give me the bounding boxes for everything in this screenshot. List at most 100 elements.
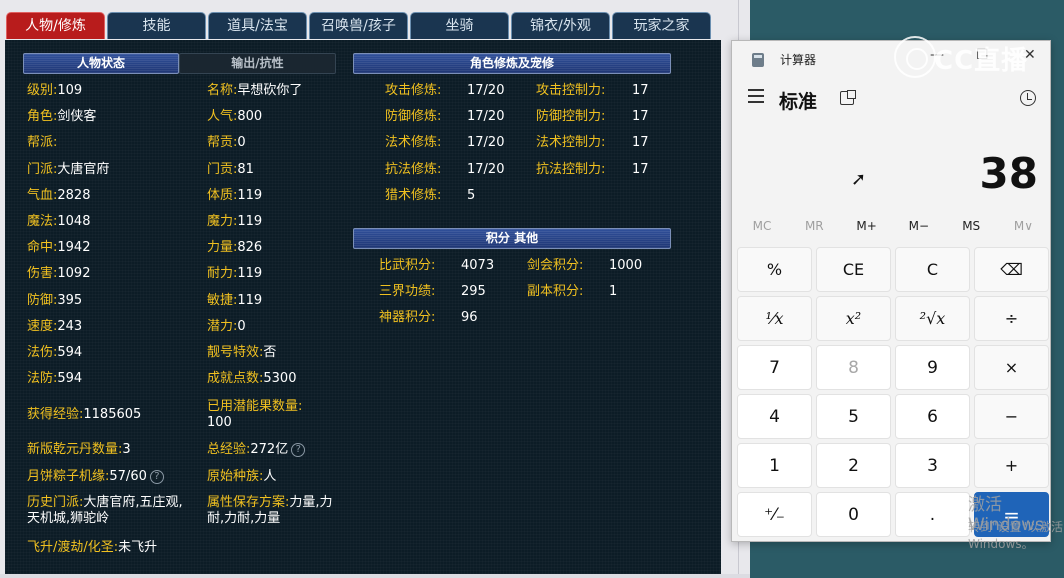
stat-row-label: 速度: [27,318,58,334]
percent-button[interactable]: % [737,247,812,292]
stat-row: 帮派: [27,135,57,151]
attribute-row-label: 耐力: [207,266,238,282]
attribute-row-value: 81 [237,161,254,177]
control-row: 法术控制力: 17 [536,135,649,151]
control-row-label: 防御控制力: [536,109,606,125]
memory-store-button[interactable]: MS [945,219,997,233]
attribute-row-label: 名称: [207,83,238,98]
digit-9-button[interactable]: 9 [895,345,970,390]
memory-add-button[interactable]: M+ [841,219,893,233]
memory-subtract-button[interactable]: M− [893,219,945,233]
digit-3-button[interactable]: 3 [895,443,970,488]
menu-icon[interactable] [748,89,764,103]
section-header-output[interactable]: 输出/抗性 [179,53,336,74]
tab-items[interactable]: 道具/法宝 [208,12,307,39]
section-header-points: 积分 其他 [353,228,671,249]
section-header-status[interactable]: 人物状态 [23,53,179,74]
memory-list-button[interactable]: M∨ [998,219,1050,233]
stat-row-value: 243 [57,318,83,334]
stat-row-value: 1048 [57,214,91,229]
digit-7-button[interactable]: 7 [737,345,812,390]
digit-4-button[interactable]: 4 [737,394,812,439]
mooncake-row: 月饼粽子机缘:57/60? [27,469,164,485]
points-row: 三界功绩: 295 [379,284,486,300]
exp-row: 获得经验:1185605 [27,407,141,423]
points-row: 比武积分: 4073 [379,258,494,274]
cultivation-row-label: 防御修炼: [385,109,442,125]
stat-row: 法防:594 [27,371,82,387]
square-root-button[interactable]: ²√x [895,296,970,341]
digit-1-button[interactable]: 1 [737,443,812,488]
reciprocal-button[interactable]: ¹⁄x [737,296,812,341]
window-edge [0,574,750,578]
subtract-button[interactable]: − [974,394,1049,439]
help-icon[interactable]: ? [291,442,306,457]
stat-row: 防御:395 [27,293,82,309]
history-icon[interactable] [1020,90,1036,106]
points-row-label: 副本积分: [527,284,584,300]
stream-watermark: CC直播 [934,46,1029,76]
tab-player-home[interactable]: 玩家之家 [612,12,711,39]
backspace-button[interactable]: ⌫ [974,247,1049,292]
digit-8-button[interactable]: 8 [816,345,891,390]
stat-row: 级别:109 [27,83,82,99]
tab-character[interactable]: 人物/修炼 [6,12,105,39]
attribute-row-value: 826 [237,240,263,256]
attribute-row: 潜力:0 [207,319,246,335]
stat-row: 角色:剑侠客 [27,109,96,125]
decimal-button[interactable]: . [895,492,970,537]
attribute-row: 体质:119 [207,188,262,204]
calculator-window: 计算器 — ☐ ✕ 标准 ➚ 38 MC MR M+ M− MS M∨ % CE C ⌫ ¹⁄x x… [731,40,1051,542]
game-tabs: 人物/修炼 技能 道具/法宝 召唤兽/孩子 坐骑 锦衣/外观 玩家之家 [0,12,720,40]
tab-skills[interactable]: 技能 [107,12,206,39]
attribute-row-value: 否 [263,345,277,360]
digit-0-button[interactable]: 0 [816,492,891,537]
help-icon[interactable]: ? [149,469,164,484]
control-row: 防御控制力: 17 [536,109,649,125]
total-exp-row: 总经验:272亿? [207,442,306,458]
tab-mounts[interactable]: 坐骑 [410,12,509,39]
tab-outfits[interactable]: 锦衣/外观 [511,12,610,39]
memory-clear-button[interactable]: MC [736,219,788,233]
attribute-row-label: 靓号特效: [207,345,264,360]
calculator-title: 计算器 [780,53,817,67]
tab-summons[interactable]: 召唤兽/孩子 [309,12,408,39]
attribute-row-value: 早想砍你了 [237,83,303,98]
attribute-row: 敏捷:119 [207,293,262,309]
stat-row: 魔法:1048 [27,214,90,230]
cultivation-row-value: 17/20 [467,109,505,125]
add-button[interactable]: + [974,443,1049,488]
attribute-row-value: 0 [237,135,246,151]
attribute-row-value: 119 [237,187,263,203]
divide-button[interactable]: ÷ [974,296,1049,341]
cultivation-row: 抗法修炼: 17/20 [385,162,504,178]
ascend-value: 未飞升 [118,540,158,555]
memory-recall-button[interactable]: MR [788,219,840,233]
cc-logo-icon [894,36,936,78]
attribute-row-label: 体质: [207,187,238,203]
negate-button[interactable]: ⁺⁄₋ [737,492,812,537]
used-fruit-value: 100 [207,415,232,430]
square-button[interactable]: x² [816,296,891,341]
stat-row-label: 气血: [27,187,58,203]
attribute-row: 门贡:81 [207,162,254,178]
attribute-row: 力量:826 [207,240,262,256]
clear-entry-button[interactable]: CE [816,247,891,292]
multiply-button[interactable]: × [974,345,1049,390]
stat-row-value: 109 [57,83,83,98]
attr-scheme-row: 属性保存方案:力量,力耐,力耐,力量 [207,495,337,527]
race-row: 原始种族:人 [207,469,276,485]
digit-2-button[interactable]: 2 [816,443,891,488]
ascend-label: 飞升/渡劫/化圣: [27,540,119,555]
digit-5-button[interactable]: 5 [816,394,891,439]
cultivation-row: 防御修炼: 17/20 [385,109,504,125]
digit-6-button[interactable]: 6 [895,394,970,439]
stat-row-label: 级别: [27,83,58,98]
game-window: 人物/修炼 技能 道具/法宝 召唤兽/孩子 坐骑 锦衣/外观 玩家之家 人物状态… [0,0,750,578]
stat-row: 命中:1942 [27,240,90,256]
points-row-label: 比武积分: [379,258,436,273]
clear-button[interactable]: C [895,247,970,292]
keep-on-top-icon[interactable] [840,90,856,105]
stat-row-label: 命中: [27,240,58,256]
attribute-row-label: 力量: [207,240,238,256]
